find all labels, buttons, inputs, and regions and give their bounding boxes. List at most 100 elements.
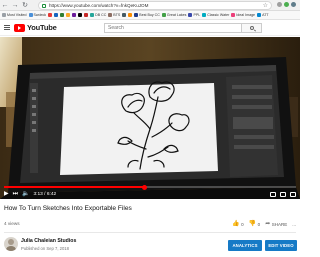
bookmark-favicon-icon (257, 13, 262, 17)
lock-icon (42, 3, 46, 8)
bookmark-favicon-icon (188, 13, 193, 17)
reload-icon[interactable]: ↻ (20, 0, 30, 10)
video-title: How To Turn Sketches Into Exportable Fil… (4, 205, 132, 212)
bookmark-item[interactable] (48, 13, 53, 17)
bookmark-item[interactable]: Ideal Image (231, 13, 255, 17)
bookmark-item[interactable]: Classic Water (202, 13, 229, 17)
channel-avatar[interactable] (4, 237, 18, 251)
time-display: 3:13 / 6:42 (33, 191, 57, 197)
channel-name[interactable]: Julia Chaleian Studios (21, 238, 76, 244)
bookmark-label: Great Lakes (166, 13, 187, 17)
bookmark-item[interactable] (84, 13, 89, 17)
bookmark-favicon-icon (108, 13, 113, 17)
bookmark-item[interactable]: PPL (188, 13, 200, 17)
divider (4, 232, 296, 233)
bookmark-item[interactable] (72, 13, 77, 17)
like-count: 0 (241, 221, 244, 227)
bookmark-label: Ideal Image (236, 13, 256, 17)
bookmark-item[interactable] (60, 13, 65, 17)
bookmark-favicon-icon (134, 13, 139, 17)
extension-icon[interactable] (284, 2, 289, 7)
bookmark-favicon-icon (161, 13, 166, 17)
bookmark-favicon-icon (84, 13, 89, 17)
youtube-logo[interactable]: YouTube (14, 23, 57, 32)
search-input[interactable] (105, 24, 241, 32)
forward-icon[interactable]: → (10, 0, 20, 10)
bookmark-favicon-icon (128, 13, 133, 17)
play-icon[interactable]: ▶ (4, 189, 9, 199)
view-count: 4 views (4, 221, 20, 226)
bookmark-label: Most Visited (7, 13, 27, 17)
search-box (104, 23, 262, 33)
fullscreen-icon[interactable] (290, 191, 296, 197)
thumbs-down-icon: 👎 (248, 221, 257, 227)
bookmark-item[interactable]: DB CC (90, 13, 106, 17)
bookmark-item[interactable]: Best Buy CC (134, 13, 160, 17)
bookmark-favicon-icon (202, 13, 207, 17)
video-actions: 👍 0 👎 0 ➦ SHARE ... (232, 221, 296, 227)
bookmark-label: Swdeck (33, 13, 47, 17)
guide-menu-icon[interactable] (4, 25, 10, 30)
back-icon[interactable]: ← (0, 0, 10, 10)
bookmark-item[interactable]: ATT (257, 13, 269, 17)
bookmark-star-icon[interactable]: ☆ (263, 2, 268, 10)
search-button[interactable] (241, 24, 261, 32)
bookmark-item[interactable]: BTS (108, 13, 120, 17)
bookmark-label: BTS (113, 13, 121, 17)
logo-text: YouTube (27, 23, 57, 32)
bookmark-item[interactable] (54, 13, 59, 17)
share-label: SHARE (271, 221, 288, 227)
bookmarks-bar: Most Visited Swdeck DB CC BTS Best Buy CC Gre… (0, 11, 300, 20)
video-player[interactable]: ▶ ⏭ 🔈 3:13 / 6:42 (0, 37, 300, 199)
bookmark-label: Best Buy CC (139, 13, 160, 17)
bookmark-favicon-icon (122, 13, 127, 17)
thumbs-up-icon: 👍 (232, 221, 240, 227)
bookmark-favicon-icon (48, 13, 53, 17)
youtube-header: YouTube (0, 20, 300, 36)
bookmark-label: ATT (262, 13, 269, 17)
bookmark-favicon-icon (54, 13, 59, 17)
bookmark-favicon-icon (2, 13, 6, 17)
bookmark-favicon-icon (28, 13, 33, 17)
bookmark-item[interactable]: Great Lakes (161, 13, 187, 17)
bookmark-item[interactable] (66, 13, 71, 17)
bookmark-favicon-icon (60, 13, 65, 17)
search-icon (249, 26, 254, 30)
next-icon[interactable]: ⏭ (13, 189, 18, 199)
bookmark-label: Classic Water (207, 13, 230, 17)
url-text: https://www.youtube.com/watch?v=fnkQeKuJ… (49, 3, 149, 8)
progress-played (4, 186, 145, 188)
bookmark-item[interactable] (128, 13, 133, 17)
volume-icon[interactable]: 🔈 (22, 189, 29, 199)
analytics-button[interactable]: ANALYTICS (228, 240, 262, 251)
publish-date: Published on Sep 7, 2018 (21, 246, 69, 251)
bookmark-item[interactable]: Most Visited (2, 13, 27, 17)
dislike-button[interactable]: 👎 0 (249, 221, 261, 227)
more-button[interactable]: ... (292, 222, 296, 227)
bookmark-item[interactable]: Swdeck (28, 13, 47, 17)
share-icon: ➦ (265, 221, 271, 227)
extension-icon[interactable] (277, 2, 282, 7)
more-label: ... (292, 221, 296, 227)
browser-address-bar: ← → ↻ https://www.youtube.com/watch?v=fn… (0, 0, 300, 11)
like-button[interactable]: 👍 0 (232, 221, 244, 227)
url-field[interactable]: https://www.youtube.com/watch?v=fnkQeKuJ… (38, 1, 272, 10)
bookmark-favicon-icon (72, 13, 77, 17)
video-frame (0, 37, 300, 199)
captions-icon[interactable] (270, 191, 276, 197)
dislike-count: 0 (257, 221, 261, 227)
bookmark-label: DB CC (95, 13, 107, 17)
settings-icon[interactable] (280, 191, 286, 197)
edit-video-button[interactable]: EDIT VIDEO (265, 240, 297, 251)
bookmark-favicon-icon (78, 13, 83, 17)
browser-extensions (277, 2, 296, 7)
menu-icon[interactable] (291, 2, 296, 7)
bookmark-favicon-icon (90, 13, 95, 17)
share-button[interactable]: ➦ SHARE (265, 221, 287, 227)
bookmark-item[interactable] (78, 13, 83, 17)
bookmark-favicon-icon (66, 13, 71, 17)
bookmark-item[interactable] (122, 13, 127, 17)
progress-bar[interactable] (4, 184, 296, 190)
bookmark-label: PPL (193, 13, 201, 17)
bookmark-favicon-icon (231, 13, 236, 17)
